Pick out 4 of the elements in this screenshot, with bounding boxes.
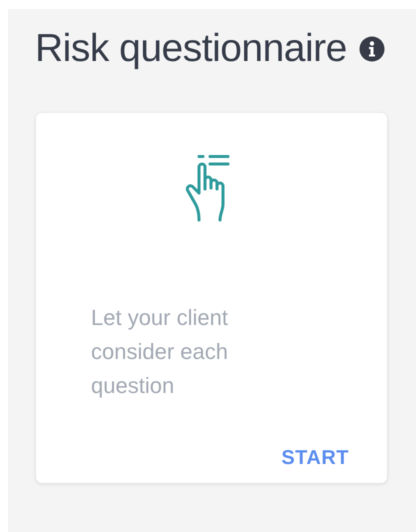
page-title: Risk questionnaire [35, 27, 347, 71]
start-button[interactable]: START [281, 445, 349, 472]
card-description: Let your client consider each question [91, 304, 229, 400]
info-icon[interactable] [358, 36, 385, 62]
